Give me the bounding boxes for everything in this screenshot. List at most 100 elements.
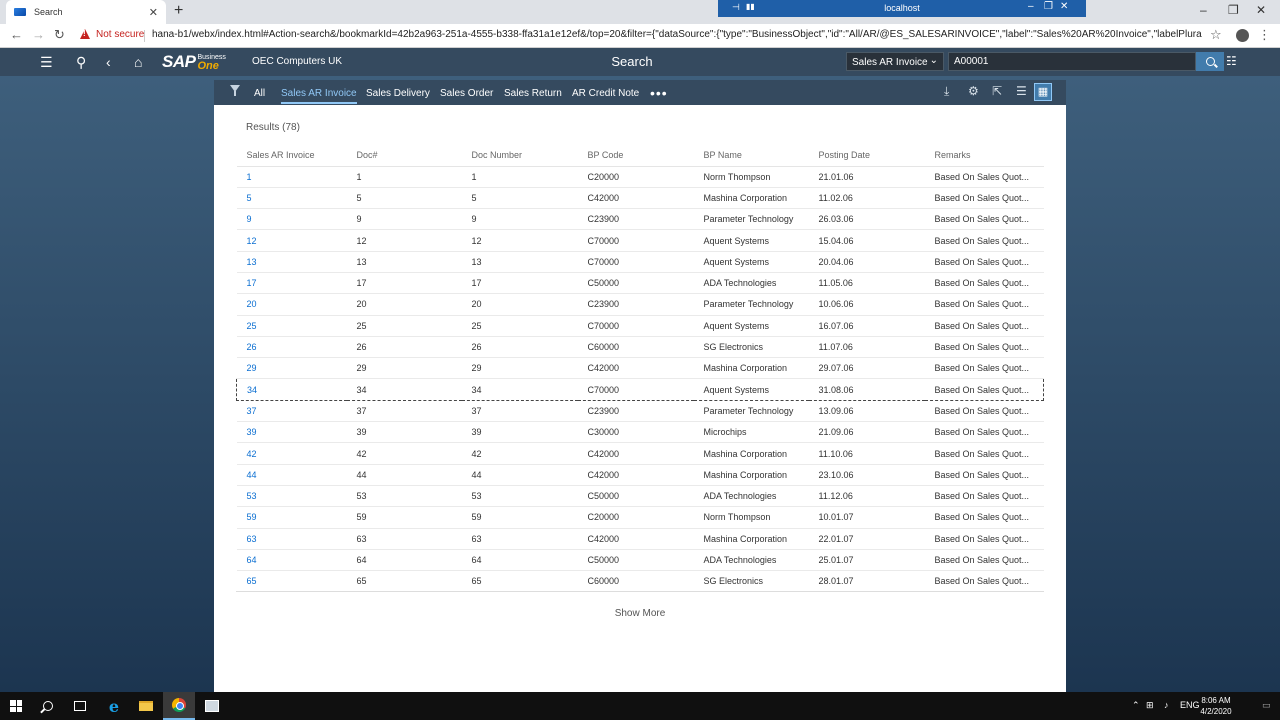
table-row[interactable]: 1 1 1 C20000 Norm Thompson 21.01.06 Based On S… <box>236 166 1044 188</box>
maximize-icon[interactable]: ❐ <box>1228 3 1239 17</box>
column-header-bp-code[interactable]: BP Code <box>577 145 694 167</box>
taskbar-ie-button[interactable]: e <box>98 692 130 720</box>
table-row[interactable]: 9 9 9 C23900 Parameter Technology 26.03.06 Bas… <box>236 208 1044 231</box>
cell-bp-name: Parameter Technology <box>693 208 809 231</box>
cell-invoice-link[interactable]: 25 <box>236 315 347 337</box>
taskbar-chrome-button[interactable] <box>163 692 195 720</box>
column-header-posting-date[interactable]: Posting Date <box>808 145 925 167</box>
cell-invoice-link[interactable]: 59 <box>236 506 347 529</box>
volume-icon[interactable]: ♪ <box>1164 700 1169 710</box>
new-tab-icon[interactable]: + <box>174 2 183 20</box>
warning-icon[interactable] <box>80 29 90 39</box>
cell-invoice-link[interactable]: 65 <box>236 570 347 593</box>
table-row[interactable]: 53 53 53 C50000 ADA Technologies 11.12.06 Base… <box>236 485 1044 508</box>
browser-tab[interactable]: Search ✕ <box>6 0 166 24</box>
filter-icon[interactable] <box>230 85 240 97</box>
cell-invoice-link[interactable]: 13 <box>236 251 347 273</box>
cell-invoice-link[interactable]: 53 <box>236 485 347 508</box>
notifications-list-icon[interactable]: ☷ <box>1226 54 1237 68</box>
table-row[interactable]: 34 34 34 C70000 Aquent Systems 31.08.06 Based … <box>236 378 1044 401</box>
table-row[interactable]: 17 17 17 C50000 ADA Technologies 11.05.06 Base… <box>236 272 1044 295</box>
download-icon[interactable]: ⤓ <box>944 84 949 99</box>
filter-tab-sales-order[interactable]: Sales Order <box>440 88 493 99</box>
table-row[interactable]: 26 26 26 C60000 SG Electronics 11.07.06 Based … <box>236 336 1044 359</box>
column-header-doc-number[interactable]: Doc Number <box>461 145 578 167</box>
bookmark-star-icon[interactable]: ☆ <box>1210 27 1222 43</box>
search-scope-select[interactable]: Sales AR Invoice ⌄ <box>846 52 944 71</box>
search-button[interactable] <box>1196 52 1224 71</box>
cell-invoice-link[interactable]: 29 <box>236 357 347 380</box>
system-clock[interactable]: 8:06 AM 4/2/2020 <box>1194 695 1238 717</box>
cell-invoice-link[interactable]: 44 <box>236 464 347 486</box>
internet-explorer-icon: e <box>108 696 120 716</box>
notification-center-icon[interactable]: ▭ <box>1262 700 1271 711</box>
filter-tab-ar-credit-note[interactable]: AR Credit Note <box>572 88 639 99</box>
back-icon[interactable]: ← <box>10 27 23 42</box>
rdp-minimize-icon[interactable]: – <box>1028 1 1034 12</box>
cell-invoice-link[interactable]: 5 <box>236 187 347 210</box>
table-row[interactable]: 37 37 37 C23900 Parameter Technology 13.09.06… <box>236 400 1044 423</box>
network-icon[interactable]: ⊞ <box>1146 700 1154 711</box>
filter-tab-sales-return[interactable]: Sales Return <box>504 88 562 99</box>
close-tab-icon[interactable]: ✕ <box>149 6 158 19</box>
list-view-icon[interactable]: ☰ <box>1016 84 1027 98</box>
column-header-remarks[interactable]: Remarks <box>924 145 1044 167</box>
cell-invoice-link[interactable]: 26 <box>236 336 347 359</box>
cell-bp-name: SG Electronics <box>693 336 809 359</box>
not-secure-label[interactable]: Not secure <box>96 29 144 40</box>
cell-invoice-link[interactable]: 64 <box>236 549 347 572</box>
close-window-icon[interactable]: ✕ <box>1256 3 1266 17</box>
start-button[interactable] <box>0 692 32 720</box>
table-row[interactable]: 29 29 29 C42000 Mashina Corporation 29.07.06 B… <box>236 357 1044 380</box>
settings-gear-icon[interactable]: ⚙ <box>968 84 979 98</box>
task-view-button[interactable] <box>64 692 96 720</box>
cell-invoice-link[interactable]: 34 <box>236 378 347 401</box>
table-row[interactable]: 12 12 12 C70000 Aquent Systems 15.04.06 Based … <box>236 229 1044 252</box>
table-row[interactable]: 64 64 64 C50000 ADA Technologies 25.01.07 Base… <box>236 549 1044 572</box>
taskbar-explorer-button[interactable] <box>130 692 162 720</box>
table-row[interactable]: 44 44 44 C42000 Mashina Corporation 23.10.06 B… <box>236 464 1044 486</box>
cell-invoice-link[interactable]: 1 <box>236 166 347 188</box>
table-row[interactable]: 13 13 13 C70000 Aquent Systems 20.04.06 Based … <box>236 251 1044 273</box>
rdp-close-icon[interactable]: ✕ <box>1060 1 1068 12</box>
show-more-button[interactable]: Show More <box>214 608 1066 619</box>
forward-icon[interactable]: → <box>32 27 45 42</box>
table-row[interactable]: 20 20 20 C23900 Parameter Technology 10.06.06… <box>236 293 1044 316</box>
cell-invoice-link[interactable]: 37 <box>236 400 347 423</box>
search-input[interactable] <box>948 52 1196 71</box>
url-field[interactable]: hana-b1/webx/index.html#Action-search&/b… <box>152 29 1202 40</box>
browser-menu-icon[interactable]: ⋮ <box>1258 27 1271 43</box>
column-header-doc-num[interactable]: Doc# <box>346 145 462 167</box>
rdp-restore-icon[interactable]: ❐ <box>1044 1 1053 12</box>
cell-invoice-link[interactable]: 39 <box>236 421 347 444</box>
taskbar-rdp-button[interactable] <box>196 692 228 720</box>
minimize-icon[interactable]: – <box>1200 3 1207 17</box>
cell-invoice-link[interactable]: 63 <box>236 528 347 550</box>
share-icon[interactable]: ⇱ <box>992 84 1002 98</box>
cell-invoice-link[interactable]: 12 <box>236 229 347 252</box>
table-row[interactable]: 59 59 59 C20000 Norm Thompson 10.01.07 Based O… <box>236 506 1044 529</box>
column-header-bp-name[interactable]: BP Name <box>693 145 809 167</box>
cell-invoice-link[interactable]: 20 <box>236 293 347 316</box>
table-row[interactable]: 39 39 39 C30000 Microchips 21.09.06 Based On S… <box>236 421 1044 444</box>
account-avatar-icon[interactable] <box>1236 29 1249 42</box>
table-row[interactable]: 42 42 42 C42000 Mashina Corporation 11.10.06 B… <box>236 442 1044 465</box>
tray-expand-icon[interactable]: ⌃ <box>1132 700 1140 711</box>
table-row[interactable]: 5 5 5 C42000 Mashina Corporation 11.02.06 Base… <box>236 187 1044 210</box>
cell-invoice-link[interactable]: 17 <box>236 272 347 295</box>
reload-icon[interactable]: ↻ <box>54 27 65 43</box>
filter-tab-sales-delivery[interactable]: Sales Delivery <box>366 88 430 99</box>
column-header-sales-ar-invoice[interactable]: Sales AR Invoice <box>236 145 347 167</box>
table-row[interactable]: 25 25 25 C70000 Aquent Systems 16.07.06 Based … <box>236 315 1044 337</box>
more-tabs-icon[interactable]: ••• <box>650 86 668 100</box>
filter-tab-all[interactable]: All <box>254 88 265 99</box>
cell-invoice-link[interactable]: 42 <box>236 442 347 465</box>
cell-invoice-link[interactable]: 9 <box>236 208 347 231</box>
table-row[interactable]: 65 65 65 C60000 SG Electronics 28.01.07 Based … <box>236 570 1044 593</box>
taskbar-search-button[interactable] <box>32 692 64 720</box>
address-divider <box>144 30 145 42</box>
clock-date: 4/2/2020 <box>1200 707 1232 716</box>
table-view-icon[interactable]: ▦ <box>1034 83 1052 101</box>
filter-tab-sales-ar-invoice[interactable]: Sales AR Invoice <box>281 88 357 104</box>
table-row[interactable]: 63 63 63 C42000 Mashina Corporation 22.01.07 B… <box>236 528 1044 550</box>
